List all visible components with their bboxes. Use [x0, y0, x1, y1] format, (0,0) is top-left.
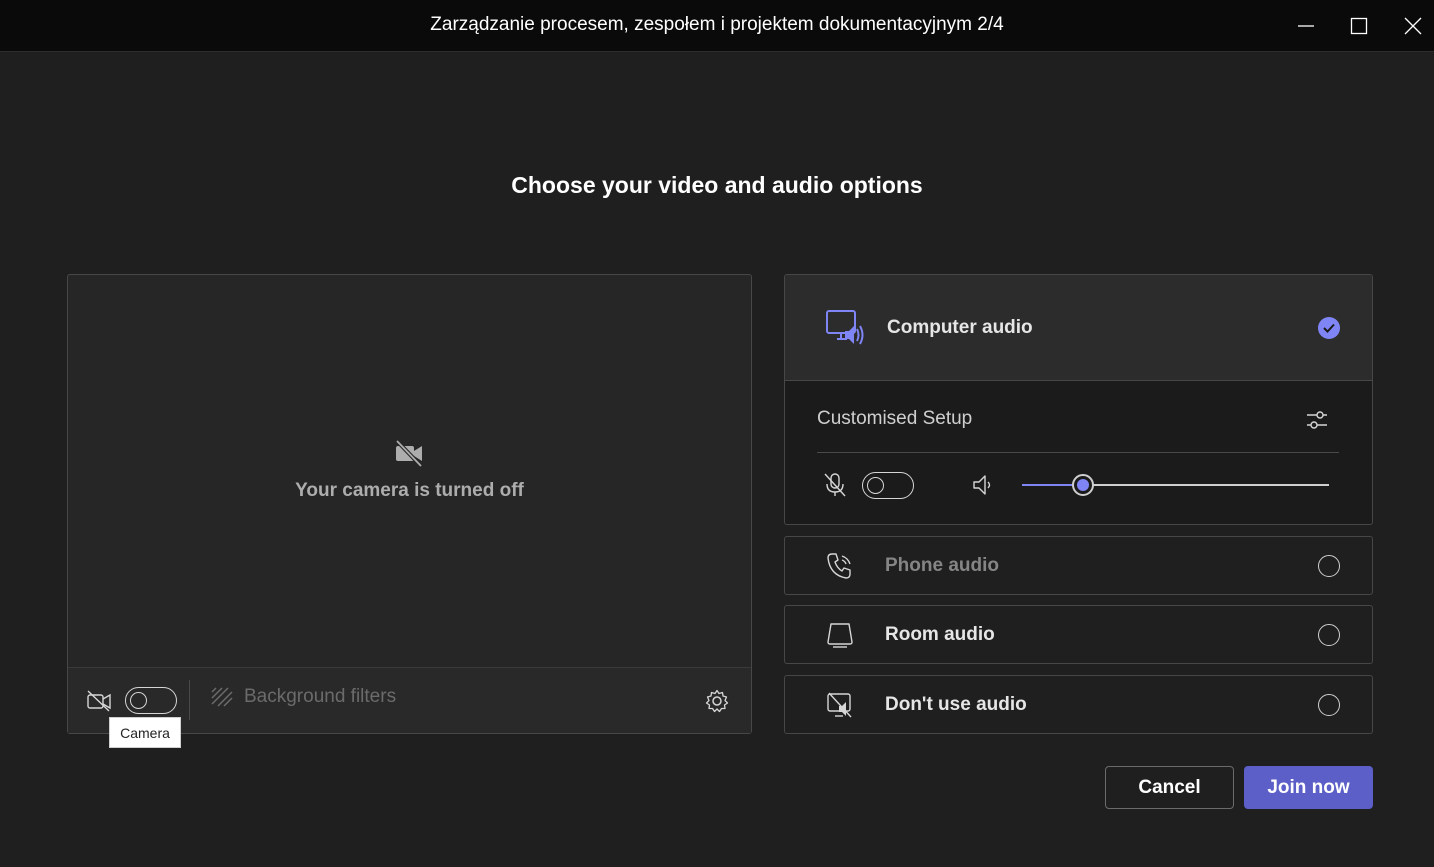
speaker-volume-slider[interactable]: [1022, 474, 1329, 496]
background-filters-icon: [211, 687, 233, 707]
setup-divider: [817, 452, 1339, 453]
phone-audio-label: Phone audio: [885, 555, 999, 576]
background-filters-label: Background filters: [244, 686, 397, 707]
close-button[interactable]: [1386, 0, 1434, 52]
computer-audio-selected-check: [1318, 317, 1340, 339]
microphone-toggle[interactable]: [862, 472, 914, 499]
room-audio-icon: [827, 623, 853, 648]
page-heading: Choose your video and audio options: [511, 172, 923, 198]
background-filters-button[interactable]: Background filters: [210, 686, 396, 708]
device-settings-icon[interactable]: [704, 688, 730, 714]
no-audio-option[interactable]: Don't use audio: [784, 675, 1373, 734]
room-audio-radio[interactable]: [1318, 624, 1340, 646]
minimize-button[interactable]: [1279, 0, 1333, 52]
no-audio-label: Don't use audio: [885, 694, 1027, 715]
computer-audio-panel: Computer audio Customised Setup: [784, 274, 1373, 525]
mic-off-icon: [824, 473, 846, 497]
speaker-icon: [973, 475, 991, 495]
camera-off-message: Your camera is turned off: [295, 480, 524, 501]
camera-toggle[interactable]: [125, 687, 177, 714]
camera-tooltip: Camera: [109, 717, 181, 748]
computer-audio-label: Computer audio: [887, 317, 1033, 338]
room-audio-option[interactable]: Room audio: [784, 605, 1373, 664]
toolbar-divider: [189, 680, 190, 720]
phone-audio-radio[interactable]: [1318, 555, 1340, 577]
no-audio-radio[interactable]: [1318, 694, 1340, 716]
speaker-volume-thumb[interactable]: [1072, 474, 1095, 496]
minimize-icon: [1298, 25, 1314, 27]
maximize-button[interactable]: [1332, 0, 1386, 52]
cancel-button[interactable]: Cancel: [1105, 766, 1234, 809]
computer-audio-option[interactable]: Computer audio: [785, 275, 1372, 381]
phone-audio-option[interactable]: Phone audio: [784, 536, 1373, 595]
computer-audio-icon: [826, 310, 864, 345]
window-title: Zarządzanie procesem, zespołem i projekt…: [430, 14, 1004, 35]
room-audio-label: Room audio: [885, 624, 995, 645]
checkmark-icon: [1323, 323, 1335, 333]
customised-setup-label: Customised Setup: [817, 408, 973, 429]
close-icon: [1404, 17, 1422, 35]
title-bar: Zarządzanie procesem, zespołem i projekt…: [0, 0, 1434, 52]
maximize-icon: [1350, 17, 1368, 35]
video-preview-panel: Your camera is turned off Background fil…: [67, 274, 752, 734]
camera-off-icon: [395, 439, 423, 468]
audio-settings-sliders-icon[interactable]: [1305, 408, 1329, 432]
join-now-button[interactable]: Join now: [1244, 766, 1373, 809]
phone-audio-icon: [827, 553, 851, 579]
no-audio-icon: [827, 692, 852, 718]
camera-off-small-icon: [87, 690, 111, 712]
